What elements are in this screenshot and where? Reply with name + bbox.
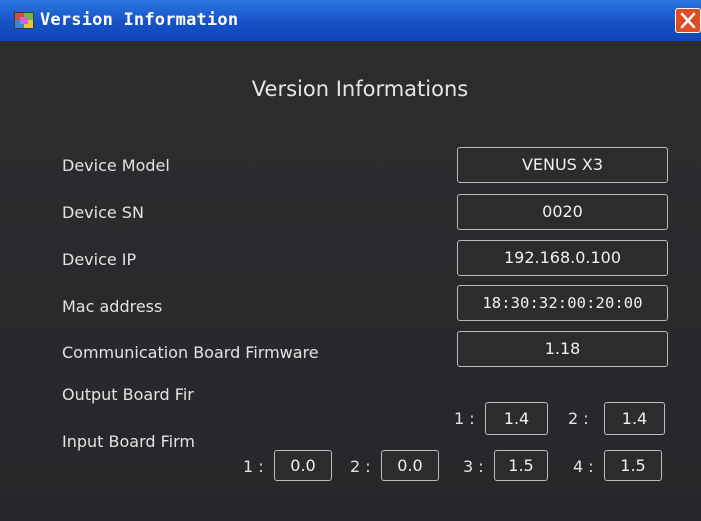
page-heading: Version Informations bbox=[251, 77, 469, 101]
device-ip-field: 192.168.0.100 bbox=[457, 240, 668, 276]
input-slot-3-index: 3 : bbox=[463, 457, 484, 476]
device-sn-label: Device SN bbox=[62, 203, 144, 222]
input-slot-1-value: 0.0 bbox=[274, 450, 332, 481]
window-title: Version Information bbox=[40, 10, 239, 30]
output-slot-1-value: 1.4 bbox=[485, 402, 548, 435]
close-button[interactable] bbox=[675, 8, 701, 33]
mac-address-field: 18:30:32:00:20:00 bbox=[457, 285, 668, 321]
device-ip-label: Device IP bbox=[62, 250, 137, 269]
input-slot-1-index: 1 : bbox=[243, 457, 264, 476]
device-model-label: Device Model bbox=[62, 156, 170, 175]
output-slot-2-value: 1.4 bbox=[604, 402, 665, 435]
device-model-field: VENUS X3 bbox=[457, 147, 668, 183]
title-bar[interactable]: Version Information bbox=[0, 0, 701, 42]
output-slot-1-index: 1 : bbox=[454, 409, 475, 428]
app-icon bbox=[14, 12, 34, 29]
output-board-firmware-label: Output Board Fir bbox=[62, 385, 194, 404]
communication-board-firmware-label: Communication Board Firmware bbox=[62, 343, 319, 362]
output-slot-2-index: 2 : bbox=[568, 409, 589, 428]
input-board-firmware-label: Input Board Firm bbox=[62, 432, 195, 451]
input-slot-4-index: 4 : bbox=[573, 457, 594, 476]
mac-address-label: Mac address bbox=[62, 297, 163, 316]
communication-board-firmware-field: 1.18 bbox=[457, 331, 668, 367]
input-slot-2-index: 2 : bbox=[350, 457, 371, 476]
input-slot-2-value: 0.0 bbox=[381, 450, 439, 481]
version-information-window: Version Information Version Informations… bbox=[0, 0, 701, 521]
input-slot-4-value: 1.5 bbox=[604, 450, 662, 481]
device-sn-field: 0020 bbox=[457, 194, 668, 230]
input-slot-3-value: 1.5 bbox=[494, 450, 548, 481]
close-icon bbox=[680, 12, 696, 29]
